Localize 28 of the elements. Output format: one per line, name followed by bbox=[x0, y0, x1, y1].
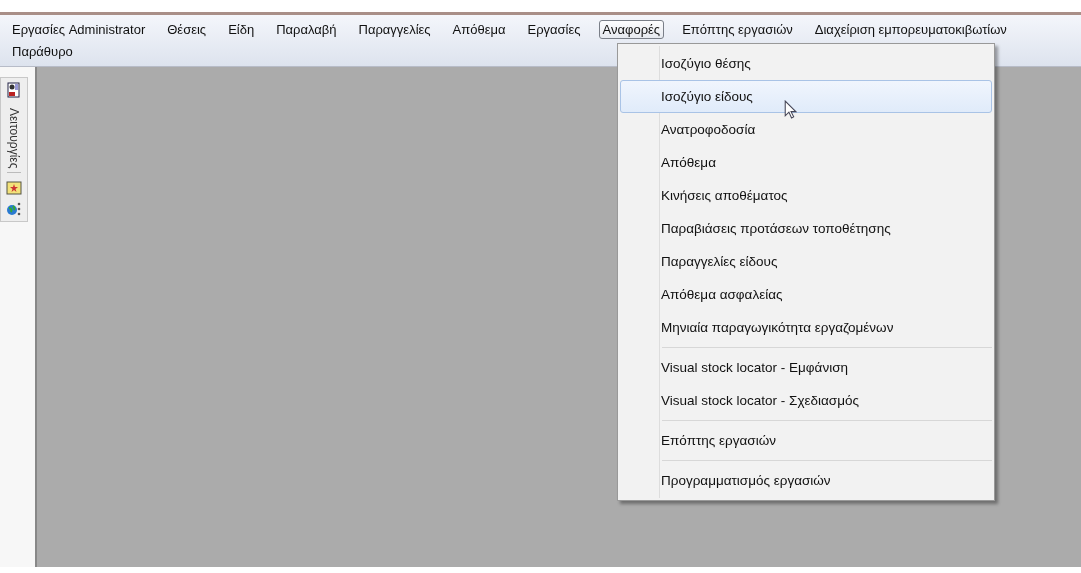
menu-item[interactable]: Εργασίες bbox=[523, 19, 585, 39]
menu-option[interactable]: Επόπτης εργασιών bbox=[620, 424, 992, 457]
menu-item[interactable]: Διαχείριση εμπορευματοκιβωτίων bbox=[810, 19, 1011, 39]
menu-item[interactable]: Επόπτης εργασιών bbox=[678, 19, 797, 39]
globe-icon[interactable] bbox=[6, 201, 22, 218]
menu-item[interactable]: Θέσεις bbox=[163, 19, 211, 39]
menu-option[interactable]: Ισοζύγιο θέσης bbox=[620, 47, 992, 80]
menu-option[interactable]: Ισοζύγιο είδους bbox=[620, 80, 992, 113]
menu-option[interactable]: Visual stock locator - Σχεδιασμός bbox=[620, 384, 992, 417]
menu-item[interactable]: Είδη bbox=[224, 19, 259, 39]
mouse-pointer-icon bbox=[784, 100, 797, 119]
menu-option[interactable]: Κινήσεις αποθέματος bbox=[620, 179, 992, 212]
document-icon[interactable] bbox=[6, 82, 22, 98]
menu-item[interactable]: Απόθεμα bbox=[448, 19, 510, 39]
menu-option[interactable]: Visual stock locator - Εμφάνιση bbox=[620, 351, 992, 384]
menu-option[interactable]: Ανατροφοδοσία bbox=[620, 113, 992, 146]
menu-item[interactable]: Αναφορές bbox=[598, 19, 665, 39]
menu-option[interactable]: Προγραμματισμός εργασιών bbox=[620, 464, 992, 497]
toolbar-label[interactable]: Λειτουργίες bbox=[7, 104, 21, 174]
menu-option[interactable]: Απόθεμα ασφαλείας bbox=[620, 278, 992, 311]
menu-item[interactable]: Εργασίες Administrator bbox=[8, 19, 150, 39]
menu-option[interactable]: Μηνιαία παραγωγικότητα εργαζομένων bbox=[620, 311, 992, 344]
menu-option[interactable]: Απόθεμα bbox=[620, 146, 992, 179]
menu-item[interactable]: Παραγγελίες bbox=[354, 19, 435, 39]
menu-item[interactable]: Παραλαβή bbox=[272, 19, 341, 39]
menu-option[interactable]: Παραγγελίες είδους bbox=[620, 245, 992, 278]
menu-item[interactable]: Παράθυρο bbox=[8, 41, 77, 61]
menu-option[interactable]: Παραβιάσεις προτάσεων τοποθέτησης bbox=[620, 212, 992, 245]
